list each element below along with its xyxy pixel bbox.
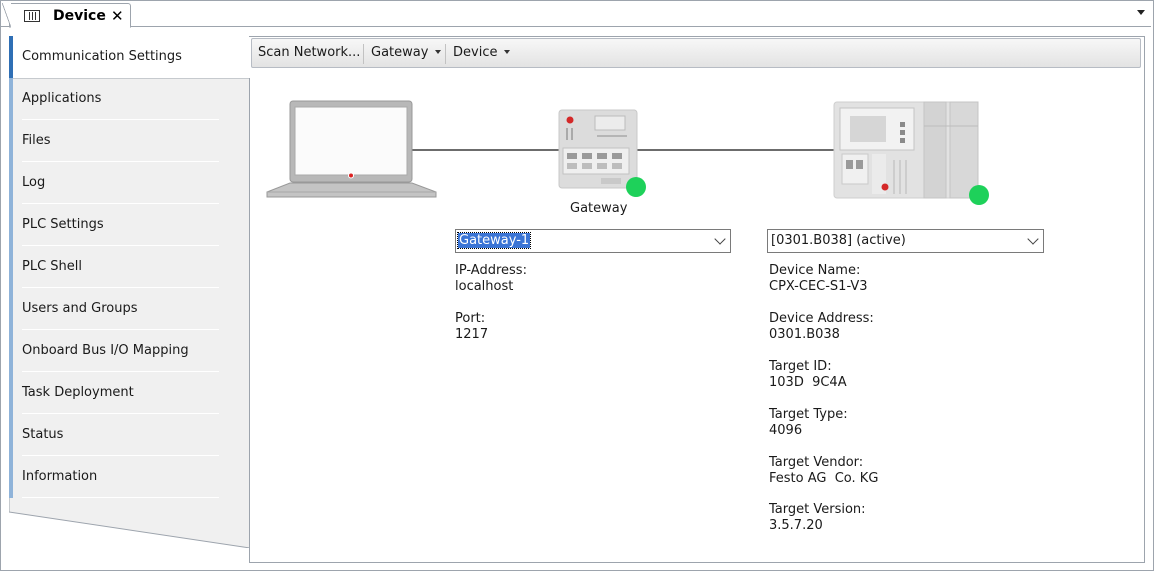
sidebar-item-task-deployment[interactable]: Task Deployment <box>9 372 250 414</box>
sidebar-item-label: Information <box>22 469 98 484</box>
device-editor-icon <box>24 10 40 22</box>
item-indicator <box>9 372 13 414</box>
port-value: 1217 <box>455 327 489 342</box>
sidebar-item-label: Applications <box>22 91 102 106</box>
port-label: Port: <box>455 311 486 326</box>
device-field-target-version: Target Version: 3.5.7.20 <box>769 502 866 534</box>
gateway-port-block: Port: 1217 <box>455 311 488 343</box>
gateway-status-indicator <box>626 177 646 197</box>
sidebar-item-label: PLC Settings <box>22 217 104 232</box>
device-select[interactable]: [0301.B038] (active) <box>767 229 1044 253</box>
device-field-target-vendor: Target Vendor: Festo AG Co. KG <box>769 455 878 487</box>
gateway-diagram-label: Gateway <box>570 201 628 216</box>
ip-address-value: localhost <box>455 279 514 294</box>
device-select-value: [0301.B038] (active) <box>771 233 906 248</box>
item-indicator <box>9 120 13 162</box>
gateway-menu-label: Gateway <box>371 45 429 60</box>
gateway-device-link <box>636 149 836 151</box>
plc-device-icon[interactable] <box>832 100 992 208</box>
device-field-label: Device Name: <box>769 263 861 278</box>
ip-address-label: IP-Address: <box>455 263 527 278</box>
gateway-select-value: Gateway-1 <box>456 232 532 249</box>
close-icon[interactable]: ✕ <box>111 7 124 25</box>
chevron-down-icon <box>714 233 726 245</box>
sidebar-item-files[interactable]: Files <box>9 120 250 162</box>
dropdown-arrow-icon <box>504 50 511 54</box>
device-field-label: Device Address: <box>769 311 874 326</box>
sidebar-item-plc-settings[interactable]: PLC Settings <box>9 204 250 246</box>
device-field-device-name: Device Name: CPX-CEC-S1-V3 <box>769 263 868 295</box>
sidebar-item-communication-settings[interactable]: Communication Settings <box>9 36 250 78</box>
laptop-icon <box>266 100 437 198</box>
gateway-menu-button[interactable]: Gateway <box>371 45 442 60</box>
item-indicator <box>9 330 13 372</box>
sidebar-item-users-and-groups[interactable]: Users and Groups <box>9 288 250 330</box>
device-field-value: 103D 9C4A <box>769 375 847 390</box>
device-field-value: CPX-CEC-S1-V3 <box>769 279 868 294</box>
sidebar-item-label: Files <box>22 133 51 148</box>
device-tab-title: Device <box>53 8 106 24</box>
device-field-value: 0301.B038 <box>769 327 840 342</box>
device-field-device-address: Device Address: 0301.B038 <box>769 311 874 343</box>
device-tab[interactable]: Device ✕ <box>2 3 131 28</box>
editor-side-navigation: Communication Settings Applications File… <box>9 36 250 548</box>
gateway-select[interactable]: Gateway-1 <box>455 229 731 253</box>
device-field-label: Target Version: <box>769 502 866 517</box>
device-field-value: 3.5.7.20 <box>769 518 823 533</box>
active-indicator <box>9 36 13 78</box>
item-indicator <box>9 78 13 120</box>
editor-tab-strip: Device ✕ <box>1 1 1151 28</box>
divider <box>22 497 219 498</box>
sidebar-item-label: Users and Groups <box>22 301 138 316</box>
chevron-down-icon <box>1027 233 1039 245</box>
sidebar-item-applications[interactable]: Applications <box>9 78 250 120</box>
device-field-label: Target Type: <box>769 407 848 422</box>
sidebar-item-label: Task Deployment <box>22 385 134 400</box>
gateway-device-icon[interactable] <box>557 108 649 200</box>
device-field-value: 4096 <box>769 423 803 438</box>
scan-network-button[interactable]: Scan Network... <box>258 45 360 60</box>
toolbar-separator <box>363 44 364 64</box>
sidebar-item-label: Log <box>22 175 46 190</box>
sidebar-item-label: Status <box>22 427 64 442</box>
dropdown-arrow-icon <box>435 50 442 54</box>
device-status-indicator <box>969 185 989 205</box>
sidebar-item-label: PLC Shell <box>22 259 83 274</box>
item-indicator <box>9 414 13 456</box>
device-menu-label: Device <box>453 45 498 60</box>
item-indicator <box>9 456 13 498</box>
sidebar-item-onboard-bus-io-mapping[interactable]: Onboard Bus I/O Mapping <box>9 330 250 372</box>
sidebar-item-plc-shell[interactable]: PLC Shell <box>9 246 250 288</box>
sidebar-item-log[interactable]: Log <box>9 162 250 204</box>
device-field-value: Festo AG Co. KG <box>769 471 879 486</box>
communication-toolbar: Scan Network... Gateway Device <box>251 38 1141 68</box>
sidebar-item-information[interactable]: Information <box>9 456 250 498</box>
item-indicator <box>9 204 13 246</box>
device-menu-button[interactable]: Device <box>453 45 511 60</box>
sidebar-item-label: Communication Settings <box>22 49 182 64</box>
device-field-target-id: Target ID: 103D 9C4A <box>769 359 847 391</box>
sidebar-item-label: Onboard Bus I/O Mapping <box>22 343 189 358</box>
sidebar-item-status[interactable]: Status <box>9 414 250 456</box>
item-indicator <box>9 162 13 204</box>
item-indicator <box>9 246 13 288</box>
gateway-ip-block: IP-Address: localhost <box>455 263 527 295</box>
device-field-target-type: Target Type: 4096 <box>769 407 848 439</box>
tab-list-dropdown-icon[interactable] <box>1137 10 1145 15</box>
device-field-label: Target ID: <box>769 359 832 374</box>
device-field-label: Target Vendor: <box>769 455 864 470</box>
panel-divider <box>249 78 250 563</box>
item-indicator <box>9 288 13 330</box>
toolbar-separator <box>445 44 446 64</box>
